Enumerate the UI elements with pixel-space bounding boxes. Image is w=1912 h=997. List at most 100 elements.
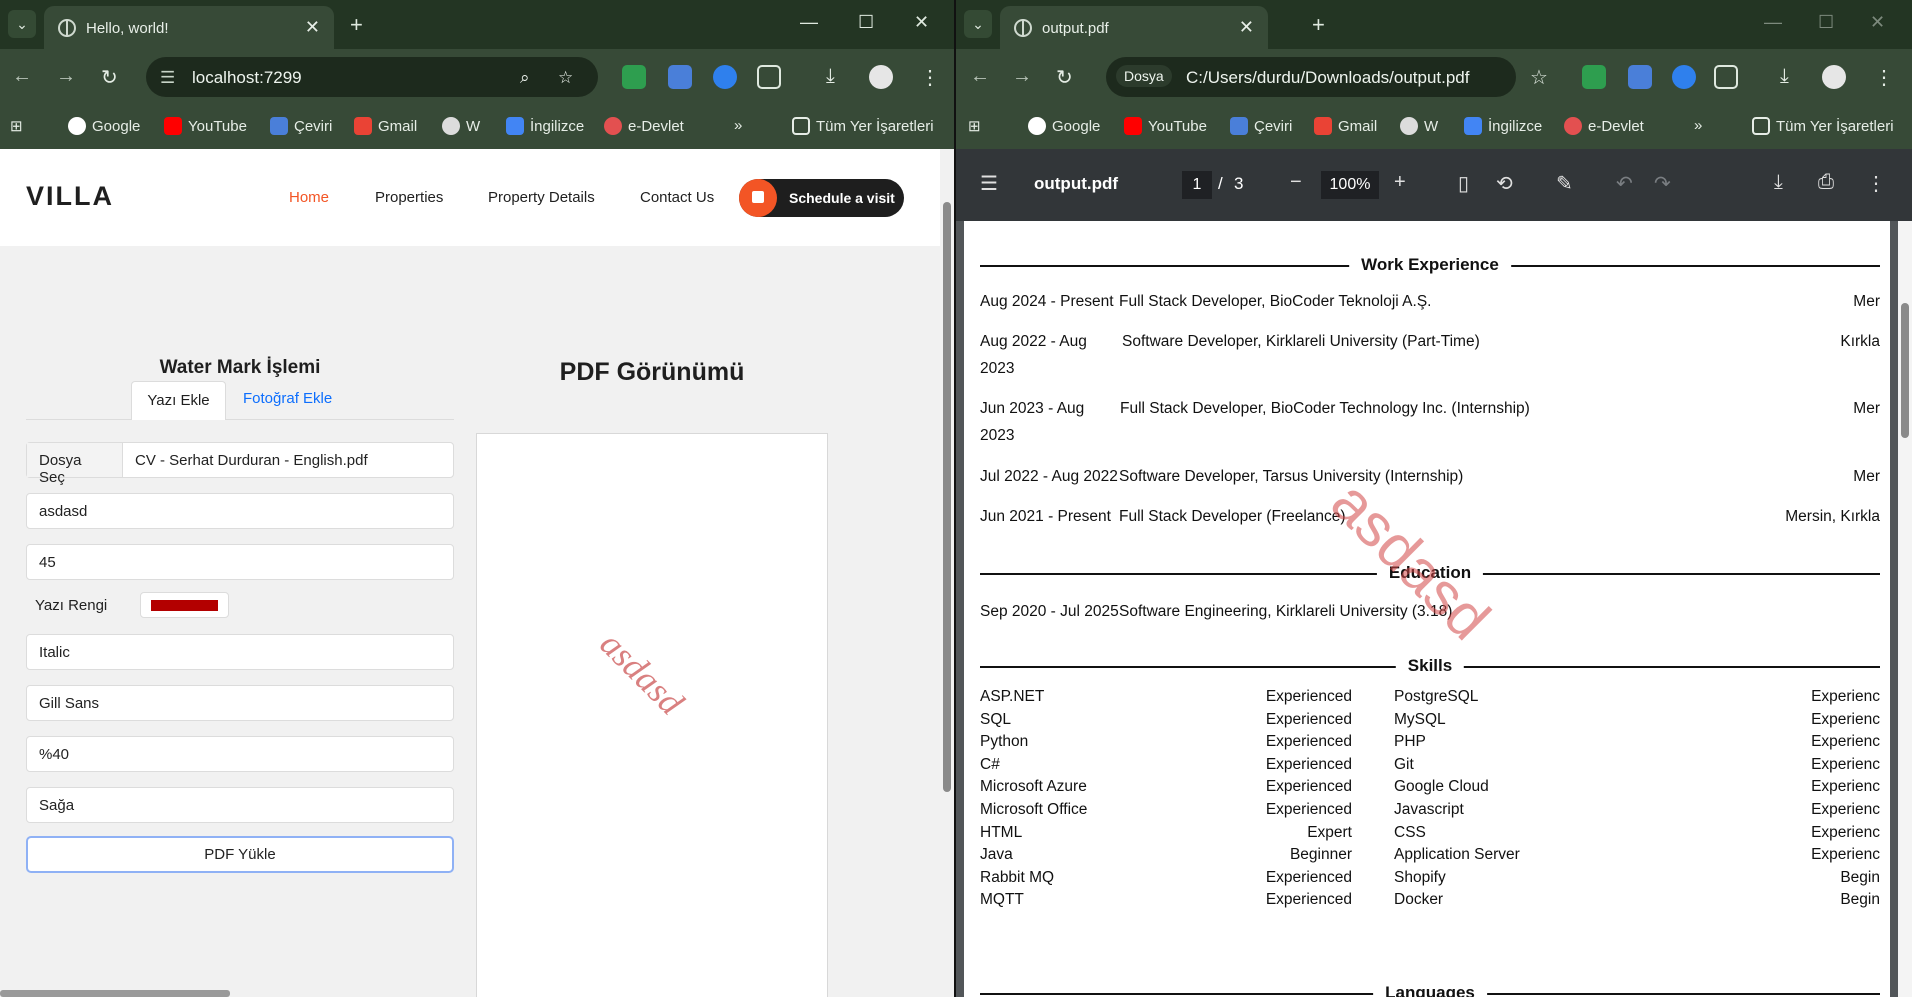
- bookmark-gmail[interactable]: Gmail: [1314, 117, 1377, 135]
- bookmark-youtube[interactable]: YouTube: [1124, 117, 1207, 135]
- bookmark-youtube[interactable]: YouTube: [164, 117, 247, 135]
- close-window-button[interactable]: ✕: [1870, 12, 1885, 33]
- zoom-icon[interactable]: ⌕: [520, 68, 530, 88]
- new-tab-button[interactable]: +: [1312, 12, 1325, 38]
- color-picker[interactable]: [140, 592, 229, 618]
- bookmark-google[interactable]: Google: [1028, 117, 1100, 135]
- file-choose-button[interactable]: Dosya Seç: [27, 443, 123, 486]
- bookmark-edevlet[interactable]: e-Devlet: [1564, 117, 1644, 135]
- font-style-select[interactable]: Italic: [26, 634, 454, 670]
- menu-kebab-icon[interactable]: ⋮: [920, 65, 940, 90]
- horizontal-scrollbar[interactable]: [0, 990, 230, 997]
- file-input[interactable]: Dosya Seç CV - Serhat Durduran - English…: [26, 442, 454, 486]
- nav-home[interactable]: Home: [289, 189, 329, 206]
- extensions-puzzle-icon[interactable]: [1714, 65, 1738, 89]
- bookmark-w[interactable]: W: [442, 117, 480, 135]
- shield-extension-icon[interactable]: [1582, 65, 1606, 89]
- upload-pdf-button[interactable]: PDF Yükle: [26, 836, 454, 873]
- browser-tab[interactable]: output.pdf ✕: [1000, 6, 1268, 49]
- angle-input[interactable]: 45: [26, 544, 454, 580]
- bookmark-google[interactable]: Google: [68, 117, 140, 135]
- minimize-button[interactable]: —: [1764, 12, 1782, 33]
- download-icon[interactable]: ⤓: [1780, 65, 1789, 88]
- schedule-visit-button[interactable]: Schedule a visit: [739, 179, 904, 217]
- more-bookmarks-icon[interactable]: »: [734, 117, 742, 134]
- close-window-button[interactable]: ✕: [914, 12, 929, 33]
- download-pdf-icon[interactable]: ⤓: [1774, 171, 1783, 194]
- site-logo[interactable]: VILLA: [26, 181, 114, 212]
- bookmark-star-icon[interactable]: ☆: [1530, 65, 1548, 90]
- tab-text-watermark[interactable]: Yazı Ekle: [131, 381, 226, 420]
- tab-image-watermark[interactable]: Fotoğraf Ekle: [243, 390, 332, 407]
- back-button[interactable]: ←: [970, 65, 990, 88]
- profile-avatar[interactable]: [1822, 65, 1846, 89]
- skill-name: SQL: [980, 710, 1012, 728]
- file-badge[interactable]: Dosya: [1116, 65, 1172, 87]
- nav-contact-us[interactable]: Contact Us: [640, 189, 714, 206]
- reload-button[interactable]: ↻: [1056, 65, 1073, 90]
- profile-avatar[interactable]: [869, 65, 893, 89]
- zoom-level[interactable]: 100%: [1321, 171, 1379, 199]
- more-bookmarks-icon[interactable]: »: [1694, 117, 1702, 134]
- maximize-button[interactable]: ☐: [1818, 12, 1834, 33]
- reload-button[interactable]: ↻: [101, 65, 118, 90]
- forward-button[interactable]: →: [56, 65, 76, 88]
- tab-search-button[interactable]: ⌄: [8, 10, 36, 38]
- close-tab-icon[interactable]: ✕: [1239, 17, 1254, 38]
- page-number-input[interactable]: 1: [1182, 171, 1212, 199]
- annotate-icon[interactable]: ✎: [1556, 171, 1573, 196]
- tab-search-button[interactable]: ⌄: [964, 10, 992, 38]
- apps-grid-icon[interactable]: ⊞: [10, 117, 23, 135]
- address-bar[interactable]: ☰ localhost:7299 ⌕ ☆: [146, 57, 598, 97]
- page-total: 3: [1234, 174, 1244, 193]
- bookmark-ceviri[interactable]: Çeviri: [270, 117, 332, 135]
- browser-tab[interactable]: Hello, world! ✕: [44, 6, 334, 49]
- bookmark-ingilizce[interactable]: İngilizce: [506, 117, 584, 135]
- extensions-puzzle-icon[interactable]: [757, 65, 781, 89]
- minimize-button[interactable]: —: [800, 12, 818, 33]
- translate-extension-icon[interactable]: [1628, 65, 1652, 89]
- font-family-select[interactable]: Gill Sans: [26, 685, 454, 721]
- zoom-in-icon[interactable]: +: [1394, 171, 1406, 194]
- address-bar[interactable]: Dosya C:/Users/durdu/Downloads/output.pd…: [1106, 57, 1516, 97]
- vpn-extension-icon[interactable]: [713, 65, 737, 89]
- bookmarks-folder[interactable]: Tüm Yer İşaretleri: [1752, 117, 1894, 135]
- bookmark-w[interactable]: W: [1400, 117, 1438, 135]
- bookmark-gmail[interactable]: Gmail: [354, 117, 417, 135]
- zoom-out-icon[interactable]: −: [1290, 171, 1302, 194]
- site-settings-icon[interactable]: ☰: [160, 68, 175, 88]
- scrollbar-thumb[interactable]: [943, 202, 951, 792]
- apps-grid-icon[interactable]: ⊞: [968, 117, 981, 135]
- fit-page-icon[interactable]: ▯: [1458, 171, 1469, 196]
- bookmark-ceviri[interactable]: Çeviri: [1230, 117, 1292, 135]
- close-tab-icon[interactable]: ✕: [305, 17, 320, 38]
- position-select[interactable]: Sağa: [26, 787, 454, 823]
- new-tab-button[interactable]: +: [350, 12, 363, 38]
- more-options-icon[interactable]: ⋮: [1866, 171, 1886, 196]
- forward-button[interactable]: →: [1012, 65, 1032, 88]
- nav-property-details[interactable]: Property Details: [488, 189, 595, 206]
- bookmarks-folder[interactable]: Tüm Yer İşaretleri: [792, 117, 934, 135]
- scrollbar-thumb[interactable]: [1901, 303, 1909, 438]
- pdf-scrollbar[interactable]: [1898, 221, 1912, 997]
- bookmark-star-icon[interactable]: ☆: [558, 68, 573, 88]
- back-button[interactable]: ←: [12, 65, 32, 88]
- redo-icon[interactable]: ↷: [1654, 171, 1671, 196]
- shield-extension-icon[interactable]: [622, 65, 646, 89]
- menu-hamburger-icon[interactable]: ☰: [980, 171, 998, 196]
- nav-properties[interactable]: Properties: [375, 189, 443, 206]
- download-icon[interactable]: ⤓: [826, 65, 835, 88]
- opacity-select[interactable]: %40: [26, 736, 454, 772]
- bookmark-ingilizce[interactable]: İngilizce: [1464, 117, 1542, 135]
- page-separator: /: [1218, 174, 1223, 193]
- watermark-text-input[interactable]: asdasd: [26, 493, 454, 529]
- bookmark-edevlet[interactable]: e-Devlet: [604, 117, 684, 135]
- maximize-button[interactable]: ☐: [858, 12, 874, 33]
- print-icon[interactable]: ⎙: [1818, 171, 1834, 194]
- page-scrollbar[interactable]: [940, 149, 954, 997]
- menu-kebab-icon[interactable]: ⋮: [1874, 65, 1894, 90]
- rotate-icon[interactable]: ⟲: [1496, 171, 1513, 196]
- vpn-extension-icon[interactable]: [1672, 65, 1696, 89]
- translate-extension-icon[interactable]: [668, 65, 692, 89]
- undo-icon[interactable]: ↶: [1616, 171, 1633, 196]
